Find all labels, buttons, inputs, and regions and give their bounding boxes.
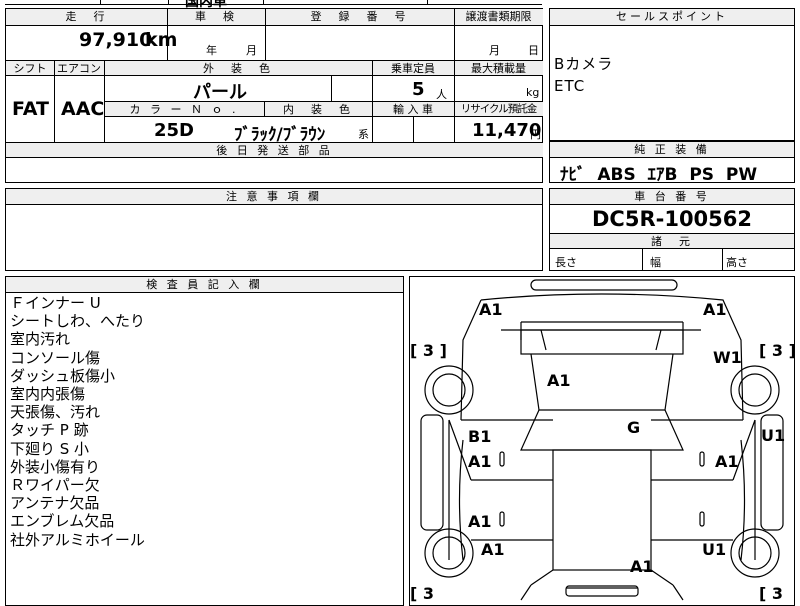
sales-point-item: ETC: [554, 77, 586, 95]
mileage-unit: km: [145, 29, 178, 51]
inspector-label: 検 査 員 記 入 欄: [6, 277, 403, 293]
vehicle-info-grid: 走 行 車 検 登 録 番 号 譲渡書類期限 シフト エアコン 外 装 色 乗車…: [5, 8, 543, 183]
shift-label: シフト: [6, 60, 54, 76]
exterior-color-value: パール: [193, 82, 247, 103]
transfer-month-unit: 月: [489, 44, 500, 57]
specs-label: 諸 元: [550, 233, 794, 249]
sales-points-list: Bカメラ ETC: [554, 53, 613, 97]
max-load-unit: kg: [526, 86, 540, 99]
shift-value: FAT: [12, 98, 49, 120]
inspection-label: 車 検: [167, 9, 265, 26]
inspector-note: 室内内張傷: [10, 385, 86, 404]
mark-roof: G: [627, 418, 641, 437]
top-divider: [168, 0, 169, 5]
registration-label: 登 録 番 号: [265, 9, 454, 26]
aircon-value: AAC: [61, 98, 105, 120]
equipment-box: 純 正 装 備 ﾅﾋﾞ ABS ｴｱB PS PW: [549, 141, 795, 185]
spec-divider: [642, 248, 643, 270]
mark-left-front-door-b: B1: [468, 427, 492, 446]
inspector-note: エンブレム欠品: [10, 512, 115, 531]
exterior-color-label: 外 装 色: [104, 60, 372, 76]
notes-label: 注 意 事 項 欄: [6, 189, 542, 205]
mark-front-left: A1: [479, 300, 503, 319]
inspector-note: タッチ P 跡: [10, 421, 89, 440]
equipment-label: 純 正 装 備: [550, 142, 794, 158]
spec-width-label: 幅: [650, 256, 661, 269]
interior-color-suffix: 系: [358, 128, 369, 141]
grid-divider: [413, 117, 414, 142]
color-no-value: 25D: [154, 120, 194, 141]
import-car-label: 輸 入 車: [372, 101, 454, 117]
inspector-note: Ｆインナー U: [10, 294, 101, 312]
mark-left-front-door-a: A1: [468, 452, 492, 471]
sales-point-item: Bカメラ: [554, 55, 614, 73]
mark-hood: A1: [547, 371, 571, 390]
mark-right-side: U1: [761, 426, 786, 445]
tire-tread-rear-left: [ 3: [410, 584, 435, 603]
grid-divider: [331, 76, 332, 101]
spec-divider: [722, 248, 723, 270]
grid-divider: [372, 60, 373, 142]
grid-divider: [54, 60, 55, 142]
mark-left-rear-door: A1: [468, 512, 492, 531]
top-divider: [263, 0, 264, 5]
grid-divider: [265, 9, 266, 60]
tire-tread-rear-right: [ 3: [759, 584, 784, 603]
recycle-fee-unit: 円: [530, 128, 541, 141]
mark-front-right: A1: [703, 300, 727, 319]
top-divider: [427, 0, 428, 5]
inspector-note: 外装小傷有り: [10, 457, 101, 476]
chassis-label: 車 台 番 号: [550, 189, 794, 205]
equipment-value: ﾅﾋﾞ ABS ｴｱB PS PW: [560, 165, 758, 185]
chassis-specs-box: 車 台 番 号 DC5R-100562 諸 元 長さ 幅 高さ: [549, 188, 795, 271]
inspection-year-unit: 年: [206, 44, 217, 57]
interior-color-label: 内 装 色: [264, 101, 372, 117]
spec-height-label: 高さ: [726, 256, 748, 269]
tire-tread-front-left: [ 3 ]: [410, 341, 447, 360]
chassis-value: DC5R-100562: [591, 207, 752, 231]
inspector-note: Ｒワイパー欠: [10, 476, 100, 495]
transfer-deadline-label: 譲渡書類期限: [454, 9, 543, 26]
interior-color-value: ﾌﾞﾗｯｸ/ﾌﾞﾗｳﾝ: [234, 125, 326, 145]
spec-length-label: 長さ: [555, 256, 577, 269]
inspector-note: ダッシュ板傷小: [10, 366, 116, 385]
inspector-note: 室内汚れ: [10, 330, 71, 349]
transfer-day-unit: 日: [528, 44, 539, 57]
recycle-fee-label: リサイクル預託金: [454, 101, 543, 117]
notes-box: 注 意 事 項 欄: [5, 188, 543, 271]
capacity-label: 乗車定員: [372, 60, 454, 76]
sales-points-box: セールスポイント Bカメラ ETC: [549, 8, 795, 141]
car-diagram-box: A1 A1 A1 W1 G B1 A1 A1 U1 A1 A1 U1 A1 [ …: [409, 276, 796, 606]
inspection-month-unit: 月: [246, 44, 257, 57]
mileage-value: 97,910: [79, 29, 153, 51]
top-divider: [100, 0, 101, 5]
grid-divider: [264, 101, 265, 117]
mark-right-rear-fender: U1: [702, 540, 727, 559]
inspector-notes-list: Ｆインナー U シートしわ、へたり 室内汚れ コンソール傷 ダッシュ板傷小 室内…: [10, 294, 145, 549]
inspector-note: アンテナ欠品: [10, 494, 100, 513]
mark-left-rear-fender: A1: [481, 540, 505, 559]
inspector-notes-box: 検 査 員 記 入 欄 Ｆインナー U シートしわ、へたり 室内汚れ コンソール…: [5, 276, 404, 606]
sales-points-label: セールスポイント: [550, 9, 794, 26]
inspector-note: シートしわ、へたり: [10, 312, 146, 331]
aircon-label: エアコン: [54, 60, 104, 76]
capacity-value: 5: [412, 79, 425, 100]
mileage-label: 走 行: [6, 9, 167, 26]
tire-tread-front-right: [ 3 ]: [759, 341, 796, 360]
mark-right-front-door: A1: [715, 452, 739, 471]
inspector-note: 社外アルミホイール: [10, 530, 145, 549]
capacity-unit: 人: [436, 88, 447, 101]
inspector-note: 下廻り S 小: [10, 439, 90, 458]
max-load-label: 最大積載量: [454, 60, 543, 76]
mark-right-fender: W1: [713, 348, 742, 367]
inspector-note: コンソール傷: [10, 348, 101, 367]
inspector-note: 天張傷、汚れ: [10, 403, 101, 422]
mark-trunk: A1: [630, 557, 654, 576]
top-edge-line: [5, 4, 542, 5]
grid-divider: [454, 9, 455, 142]
